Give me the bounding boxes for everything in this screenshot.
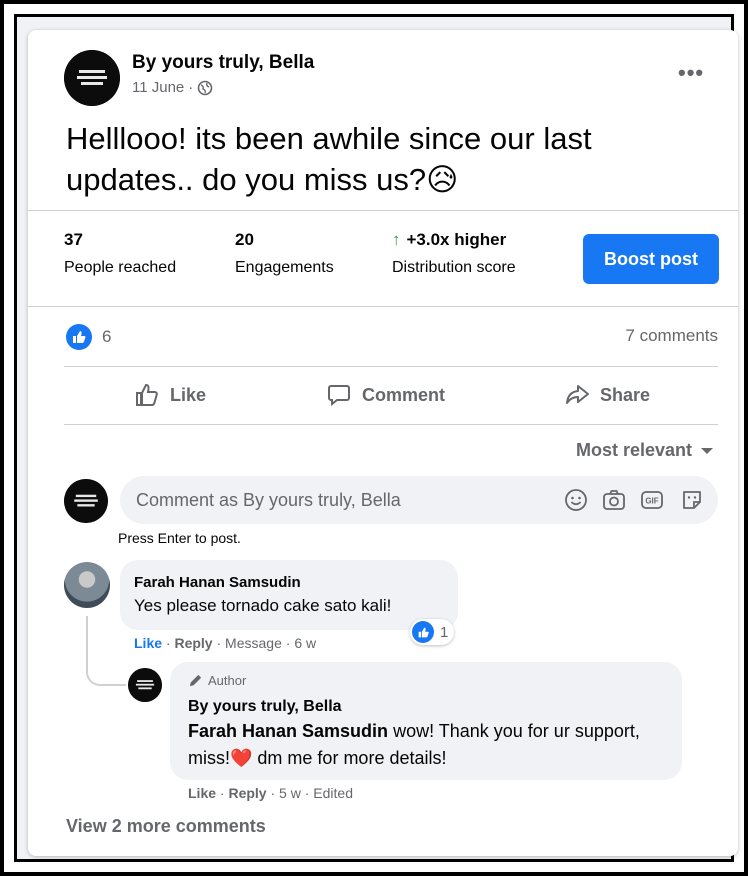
comment-meta: Like · Reply · Message · 6 w <box>134 635 317 651</box>
comment-button[interactable]: Comment <box>326 382 445 408</box>
comment-sort-dropdown[interactable]: Most relevant <box>576 440 714 461</box>
post-author[interactable]: By yours truly, Bella <box>132 52 314 74</box>
reply-mention[interactable]: Farah Hanan Samsudin <box>188 721 388 741</box>
comments-count-link[interactable]: 7 comments <box>625 326 718 346</box>
like-reaction-icon <box>412 621 434 643</box>
comment-reply-link[interactable]: Reply <box>174 635 212 651</box>
stat-people-reached: 37 People reached <box>64 230 176 277</box>
share-button[interactable]: Share <box>564 382 650 408</box>
stat-label: People reached <box>64 259 177 276</box>
reply-bubble: Author By yours truly, Bella Farah Hanan… <box>170 662 682 780</box>
heart-emoji: ❤️ <box>230 748 253 768</box>
page-avatar[interactable] <box>64 50 120 106</box>
camera-icon[interactable] <box>602 488 626 512</box>
svg-text:GIF: GIF <box>645 497 658 506</box>
sort-label: Most relevant <box>575 440 692 460</box>
post-actions: Like Comment Share <box>64 370 718 426</box>
view-more-comments-link[interactable]: View 2 more comments <box>66 816 266 837</box>
brand-logo-icon <box>128 668 162 702</box>
boost-post-button[interactable]: Boost post <box>583 234 719 284</box>
sticker-icon[interactable] <box>680 488 704 512</box>
reaction-count: 6 <box>102 327 112 346</box>
like-button[interactable]: Like <box>134 382 206 408</box>
comment-like-link[interactable]: Like <box>134 635 162 651</box>
reply-author-name[interactable]: By yours truly, Bella <box>188 698 342 716</box>
more-options-button[interactable]: ••• <box>678 60 704 86</box>
divider <box>28 210 738 211</box>
share-label: Share <box>600 384 651 405</box>
post-text: Helllooo! its been awhile since our last… <box>66 121 592 197</box>
post-date[interactable]: 11 June <box>132 79 184 96</box>
reply-reply-link[interactable]: Reply <box>228 785 266 801</box>
composer-hint: Press Enter to post. <box>118 530 241 546</box>
reply-edited: Edited <box>313 785 353 801</box>
like-label: Like <box>170 384 207 405</box>
author-badge-label: Author <box>208 673 247 688</box>
stat-value: 20 <box>235 230 254 249</box>
comment-input[interactable]: Comment as By yours truly, Bella GIF <box>120 476 718 524</box>
reply-time[interactable]: 5 w <box>279 785 301 801</box>
divider <box>64 424 718 425</box>
stat-engagements: 20 Engagements <box>235 230 334 277</box>
comment-bubble: Farah Hanan Samsudin Yes please tornado … <box>120 560 458 630</box>
thumbs-up-icon <box>136 383 158 406</box>
author-badge: Author <box>188 673 246 688</box>
stat-value: 37 <box>64 230 83 249</box>
meta-separator: · <box>188 79 194 96</box>
gif-icon[interactable]: GIF <box>640 488 664 512</box>
reply-text-after: dm me for more details! <box>252 748 447 768</box>
stat-distribution: ↑ +3.0x higher Distribution score <box>392 230 516 277</box>
share-icon <box>566 385 589 404</box>
divider <box>64 366 718 367</box>
emoji-icon[interactable] <box>564 488 588 512</box>
stat-value: +3.0x higher <box>406 230 507 249</box>
divider <box>28 306 738 307</box>
comment-reaction-count: 1 <box>440 623 449 641</box>
like-reaction-icon <box>66 324 92 350</box>
post-meta: 11 June · <box>132 79 213 96</box>
comment-message-link[interactable]: Message <box>225 635 282 651</box>
arrow-up-icon: ↑ <box>392 230 401 249</box>
comment-icon <box>328 385 350 407</box>
comment-text: Yes please tornado cake sato kali! <box>134 596 392 615</box>
reactions-summary[interactable]: 6 <box>66 324 111 350</box>
caret-down-icon <box>701 447 713 454</box>
comment-label: Comment <box>362 384 446 405</box>
comment-time[interactable]: 6 w <box>294 635 316 651</box>
comment-placeholder: Comment as By yours truly, Bella <box>136 490 401 510</box>
brand-logo-icon <box>64 50 120 106</box>
stat-label: Distribution score <box>392 259 516 276</box>
commenter-name[interactable]: Farah Hanan Samsudin <box>134 574 301 591</box>
reply-like-link[interactable]: Like <box>188 785 216 801</box>
stat-label: Engagements <box>235 259 334 276</box>
stat-value-row: ↑ +3.0x higher <box>392 230 516 250</box>
reply-avatar[interactable] <box>128 668 162 702</box>
composer-avatar[interactable] <box>64 479 108 523</box>
globe-icon <box>197 80 213 95</box>
comment-reaction-pill[interactable]: 1 <box>410 619 455 645</box>
commenter-avatar[interactable] <box>64 562 110 608</box>
reply-meta: Like · Reply · 5 w · Edited <box>188 785 353 801</box>
reply-text: Farah Hanan Samsudin wow! Thank you for … <box>188 718 658 772</box>
pencil-icon <box>189 674 202 687</box>
brand-logo-icon <box>64 479 108 523</box>
post-card: By yours truly, Bella 11 June · ••• Hell… <box>28 30 738 856</box>
reply-thread-line <box>86 616 126 686</box>
